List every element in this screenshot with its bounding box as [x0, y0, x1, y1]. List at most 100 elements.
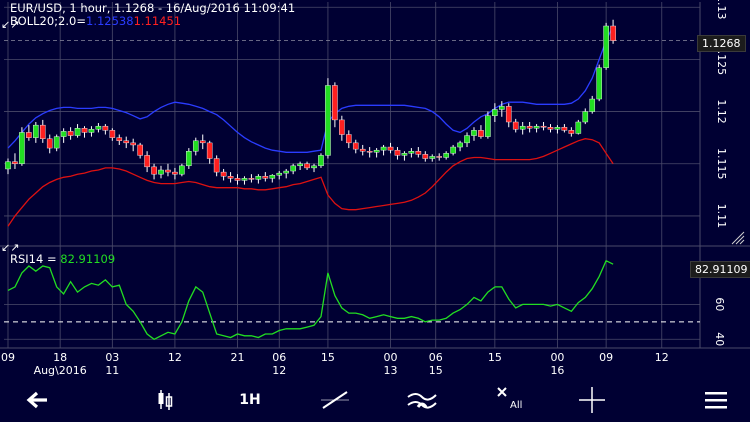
candle-body — [123, 140, 130, 144]
candle-body — [241, 178, 248, 181]
indicator-icon — [407, 393, 437, 409]
candle-body — [179, 165, 185, 175]
candle-body — [408, 151, 415, 154]
delete-all-button[interactable]: All — [478, 378, 538, 422]
candle-body — [248, 178, 255, 180]
candle-body — [33, 124, 39, 138]
chart-type-button[interactable] — [135, 378, 195, 422]
candle-body — [471, 130, 477, 136]
candle-body — [5, 161, 11, 170]
x-tick-label: 15 — [488, 351, 502, 364]
candle-body — [332, 85, 338, 121]
candle-body — [172, 171, 178, 175]
candle-body — [213, 158, 220, 173]
x-tick-label: 09 — [599, 351, 613, 364]
chart-area[interactable]: 09 18Aug\2016031112 21 061215 0013061515 0016… — [0, 0, 750, 378]
x-tick-sublabel: 13 — [384, 364, 398, 377]
candle-body — [582, 111, 589, 123]
x-tick-sublabel: 16 — [550, 364, 564, 377]
candle-body — [345, 134, 352, 144]
candle-body — [137, 144, 143, 156]
back-button[interactable] — [7, 378, 67, 422]
candle-body — [269, 175, 276, 179]
candle-body — [26, 132, 32, 138]
menu-button[interactable] — [686, 378, 746, 422]
x-tick-label: 00 — [384, 351, 398, 364]
last-price-tag: 1.1268 — [697, 35, 746, 52]
collapse-arrows-icon[interactable]: ↙↗ — [1, 19, 19, 30]
candle-body — [499, 106, 505, 110]
candle-body — [359, 148, 366, 152]
candle-body — [373, 149, 380, 153]
candle-body — [186, 151, 192, 167]
delete-all-label: All — [510, 400, 523, 411]
candle-body — [339, 119, 345, 135]
collapse-arrows-icon[interactable]: ↙↗ — [1, 242, 19, 253]
candle-body — [46, 138, 53, 149]
x-tick-label: 15 — [321, 351, 335, 364]
candle-body — [53, 136, 60, 149]
candle-body — [19, 132, 25, 164]
rsi-label: RSI14 = — [10, 252, 61, 266]
candle-body — [325, 85, 331, 156]
grid — [0, 2, 750, 349]
candle-body — [540, 125, 547, 128]
candle-body — [610, 25, 616, 41]
indicators-button[interactable] — [392, 378, 452, 422]
candle-body — [436, 156, 443, 158]
rsi-y-tick-label: 40 — [713, 332, 726, 346]
candle-body — [603, 25, 609, 68]
bollinger-label: BOLL20;2.0= — [10, 14, 86, 28]
candle-body — [276, 172, 283, 176]
candle-body — [12, 161, 18, 164]
x-tick-label: 12 — [655, 351, 669, 364]
candle-body — [589, 98, 596, 112]
candle-body — [39, 124, 46, 139]
candle-body — [568, 130, 575, 134]
candle-body — [387, 146, 394, 151]
candle-body — [519, 125, 526, 130]
bottom-toolbar: 1H All — [0, 378, 750, 422]
candle-body — [102, 125, 109, 131]
candle-body — [443, 153, 449, 158]
candle-body — [234, 178, 241, 181]
candle-body — [130, 142, 136, 146]
candle-body — [144, 155, 150, 168]
candle-body — [352, 142, 359, 150]
candle-body — [60, 131, 67, 137]
x-tick-label: 18 — [53, 351, 67, 364]
candle-body — [151, 166, 157, 175]
candle-body — [116, 137, 123, 141]
x-tick-label: 21 — [231, 351, 245, 364]
x-tick-label: 03 — [105, 351, 119, 364]
x-tick-label: 06 — [429, 351, 443, 364]
candle-body — [227, 176, 234, 179]
candle-body — [318, 155, 324, 167]
candle-body — [457, 142, 463, 148]
candle-body — [304, 163, 310, 169]
candle-body — [401, 153, 408, 156]
candle-body — [220, 171, 227, 177]
x-tick-sublabel: Aug\2016 — [34, 364, 87, 377]
interval-button[interactable]: 1H — [220, 378, 280, 422]
x-tick-label: 00 — [550, 351, 564, 364]
candle-body — [380, 146, 387, 151]
candle-body — [88, 129, 95, 133]
candle-body — [95, 125, 102, 130]
crosshair-button[interactable] — [562, 378, 622, 422]
back-arrow-icon — [26, 391, 47, 409]
candle-body — [533, 125, 540, 129]
y-tick-label: 1.115 — [715, 148, 728, 180]
y-tick-label: 1.13 — [715, 0, 728, 19]
bollinger-legend: BOLL20;2.0=1.125381.11451 — [10, 14, 181, 28]
candle-body — [297, 163, 303, 167]
candle-body — [67, 131, 74, 136]
candle-body — [192, 140, 199, 152]
draw-line-button[interactable] — [305, 378, 365, 422]
resize-handle-icon — [731, 231, 745, 245]
candle-body — [255, 176, 262, 180]
rsi-y-tick-label: 60 — [713, 297, 726, 311]
candle-body — [554, 127, 561, 130]
crosshair-icon — [579, 387, 605, 413]
line-draw-icon — [321, 391, 349, 409]
